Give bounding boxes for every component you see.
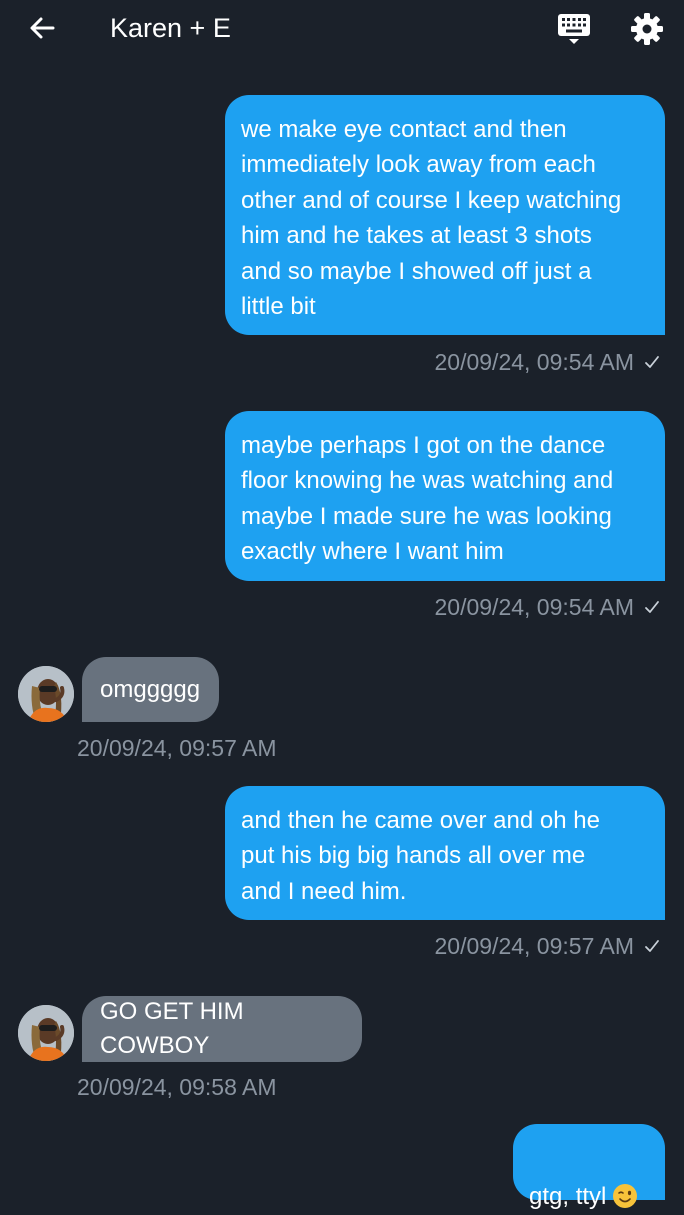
timestamp-text: 20/09/24, 09:57 AM [434,933,635,959]
message-timestamp: 20/09/24, 09:57 AM [435,931,661,961]
settings-button[interactable] [628,10,666,48]
timestamp-text: 20/09/24, 09:54 AM [434,594,635,620]
keyboard-icon [558,14,590,44]
message-timestamp: 20/09/24, 09:57 AM [77,733,277,763]
message-text: omggggg [100,675,201,703]
message-bubble-incoming[interactable]: omggggg [82,657,219,722]
timestamp-text: 20/09/24, 09:57 AM [77,735,277,761]
back-button[interactable] [24,10,60,46]
message-bubble-outgoing[interactable]: and then he came over and oh he put his … [225,786,665,920]
message-timestamp: 20/09/24, 09:54 AM [435,592,661,622]
message-text: GO GET HIM COWBOY [100,998,244,1059]
timestamp-text: 20/09/24, 09:54 AM [434,349,635,375]
message-bubble-outgoing[interactable]: gtg, ttyl [513,1124,665,1210]
message-bubble-outgoing[interactable]: maybe perhaps I got on the dance floor k… [225,411,665,581]
avatar[interactable] [18,666,74,722]
arrow-left-icon [30,17,55,39]
avatar-photo [18,1005,74,1061]
message-text: gtg, ttyl [529,1183,607,1211]
check-icon [645,356,659,368]
check-icon [645,940,659,952]
message-bubble-outgoing[interactable]: we make eye contact and then immediately… [225,95,665,335]
winking-face-icon [613,1184,638,1209]
avatar[interactable] [18,1005,74,1061]
message-timestamp: 20/09/24, 09:58 AM [77,1072,277,1102]
message-bubble-incoming[interactable]: GO GET HIM COWBOY [82,996,362,1062]
message-timestamp: 20/09/24, 09:54 AM [435,347,661,377]
top-app-bar: Karen + E [0,0,684,56]
keyboard-button[interactable] [555,10,593,48]
gear-icon [631,13,663,45]
check-icon [645,601,659,613]
timestamp-text: 20/09/24, 09:58 AM [77,1074,277,1100]
avatar-photo [18,666,74,722]
conversation-title: Karen + E [110,13,231,43]
